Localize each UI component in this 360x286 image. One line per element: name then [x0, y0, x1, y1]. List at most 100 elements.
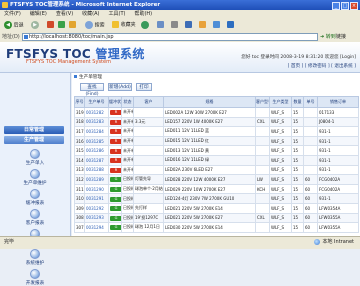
- edit-button[interactable]: [184, 21, 193, 30]
- buffer-status: R: [108, 126, 122, 137]
- order-number-link[interactable]: 0031289: [84, 174, 109, 185]
- row-qty: 15: [291, 212, 304, 224]
- order-number-link[interactable]: 0031288: [84, 164, 109, 176]
- add-button[interactable]: 新增(Add): [108, 83, 132, 91]
- home-button[interactable]: [68, 21, 77, 30]
- stop-button[interactable]: [46, 21, 55, 30]
- sidebar-tab-production[interactable]: 生产管理: [4, 136, 64, 144]
- table-row[interactable]: 3070031294G已投料球泡 12月1日LED030 220V 5W 270…: [74, 222, 359, 233]
- column-header[interactable]: 单号: [303, 96, 318, 108]
- table-row[interactable]: 3170031284R未开单 LED011 12V 11LED 蓝 WLF_S15 9…: [74, 126, 359, 137]
- row-spec: LED015 12V 11LED 红: [163, 135, 256, 147]
- menu-view[interactable]: 查看(V): [56, 11, 73, 17]
- order-number-link[interactable]: 0031283: [84, 116, 109, 128]
- find-button[interactable]: 查找(Find): [80, 83, 104, 97]
- row-customer: 19'投1297C: [133, 212, 164, 224]
- mail-button[interactable]: [156, 21, 165, 30]
- order-number-link[interactable]: 0031294: [84, 222, 109, 233]
- links-button[interactable]: 链接: [336, 33, 346, 41]
- print-list-button[interactable]: 打印: [136, 83, 152, 91]
- row-doc: 60: [303, 193, 318, 204]
- column-header[interactable]: 生产类型: [269, 96, 292, 108]
- address-input[interactable]: http://localhost:8080/toc/main.jsp: [22, 33, 318, 41]
- table-row[interactable]: 3180031283R未开单3.3元LED157 220V 1W 4000K E…: [74, 116, 359, 128]
- stop-icon: [47, 21, 54, 28]
- row-customer: 先打样: [133, 202, 164, 214]
- order-number-link[interactable]: 0031284: [84, 126, 109, 137]
- table-body: 3190031282R未开单LED002A 12W 30W 2700K E27W…: [74, 107, 359, 233]
- table-row[interactable]: 3100031291G已投料 LED124-4灯 230V 7W 2700K GU…: [74, 193, 359, 204]
- order-number-link[interactable]: 0031291: [84, 193, 109, 204]
- row-model: KCH: [255, 183, 270, 195]
- column-header[interactable]: 客户: [133, 96, 164, 108]
- table-row[interactable]: 3140031287R未开单 LED016 12V 11LED 绿 WLF_S15 9…: [74, 154, 359, 166]
- search-button[interactable]: 搜索: [84, 21, 106, 30]
- order-number-link[interactable]: 0031293: [84, 212, 109, 224]
- messenger-button[interactable]: [212, 21, 221, 30]
- refresh-button[interactable]: [57, 21, 66, 30]
- column-header[interactable]: 数量: [291, 96, 304, 108]
- order-number-link[interactable]: 0031290: [84, 183, 109, 195]
- row-doc: [303, 135, 318, 147]
- order-number-link[interactable]: 0031285: [84, 135, 109, 147]
- order-number-link[interactable]: 0031286: [84, 145, 109, 156]
- sidebar-item-dev-report[interactable]: 开发报表: [0, 269, 70, 286]
- row-sales-order: J0804-1: [317, 116, 359, 128]
- research-button[interactable]: [226, 21, 235, 30]
- order-number-link[interactable]: 0031282: [84, 107, 109, 118]
- row-number: 311: [74, 183, 85, 195]
- header-links[interactable]: [ 首页 ] [ 修改密码 ] [ 退出系统 ]: [288, 63, 356, 69]
- row-type: WLF_S: [269, 107, 292, 118]
- sidebar-item-customer-report[interactable]: 客户报表: [0, 209, 70, 226]
- row-type: WLF_S: [269, 202, 292, 214]
- favorites-button[interactable]: 收藏夹: [111, 21, 137, 30]
- sidebar-item-order-entry[interactable]: 生产单入: [0, 149, 70, 166]
- order-number-link[interactable]: 0031287: [84, 154, 109, 166]
- buffer-status: R: [108, 145, 122, 156]
- column-header[interactable]: 缓冲状态: [108, 96, 122, 108]
- table-row[interactable]: 3120031289G已投料灯管先导LED028 220V 12W 4000K …: [74, 174, 359, 185]
- minimize-button[interactable]: _: [332, 2, 340, 10]
- back-button[interactable]: ◀ 后退: [3, 21, 25, 30]
- discuss-button[interactable]: [198, 21, 207, 30]
- column-header[interactable]: 客户型号: [255, 96, 270, 108]
- row-spec: LED029 220V 10W 2700K E27: [163, 183, 256, 195]
- menu-help[interactable]: 帮助(H): [134, 11, 152, 17]
- table-row[interactable]: 3110031290G已投料球泡单个·2月结束LED029 220V 10W 2…: [74, 183, 359, 195]
- menu-tools[interactable]: 工具(T): [109, 11, 126, 17]
- column-header[interactable]: 生产单号: [84, 96, 109, 108]
- order-number-link[interactable]: 0031292: [84, 202, 109, 214]
- maximize-button[interactable]: □: [341, 2, 349, 10]
- table-row[interactable]: 3150031286R未开单 LED013 12V 11LED 黄 WLF_S15 9…: [74, 145, 359, 156]
- go-button[interactable]: ➜ 转到: [320, 33, 336, 41]
- menu-edit[interactable]: 编辑(E): [30, 11, 47, 17]
- sidebar-item-order-maintain[interactable]: 生产单维护: [0, 169, 70, 186]
- buffer-status: R: [108, 135, 122, 147]
- red-status-badge: R: [110, 167, 121, 173]
- print-button[interactable]: [170, 21, 179, 30]
- table-row[interactable]: 3160031285R未开单 LED015 12V 11LED 红 WLF_S15 9…: [74, 135, 359, 147]
- sidebar-tab-daily[interactable]: 日常管理: [4, 126, 64, 134]
- row-state: 未开单: [121, 107, 134, 118]
- column-header[interactable]: 规格: [163, 96, 256, 108]
- menu-file[interactable]: 文件(F): [4, 11, 21, 17]
- column-header[interactable]: 序号: [74, 96, 85, 108]
- buffer-status: R: [108, 107, 122, 118]
- row-type: WLF_S: [269, 135, 292, 147]
- menu-favorites[interactable]: 收藏(A): [82, 11, 99, 17]
- table-row[interactable]: 3130031288R未开单 LED02A 230V 6LED E27 WLF_S1…: [74, 164, 359, 176]
- row-doc: [303, 154, 318, 166]
- close-button[interactable]: ×: [350, 2, 358, 10]
- table-row[interactable]: 3080031293G已投料19'投1297CLED021 220V 5W 27…: [74, 212, 359, 224]
- history-button[interactable]: [140, 21, 150, 30]
- row-customer: [133, 126, 164, 137]
- column-header[interactable]: 状态: [121, 96, 134, 108]
- sidebar-item-system[interactable]: 系统维护: [0, 249, 70, 266]
- forward-button[interactable]: ▶: [30, 21, 40, 30]
- row-qty: 15: [291, 145, 304, 156]
- table-row[interactable]: 3190031282R未开单 LED002A 12W 30W 2700K E27 W…: [74, 107, 359, 118]
- window-title: FTSFYS TOC管理系统 - Microsoft Internet Expl…: [10, 2, 161, 8]
- sidebar-item-buffer-report[interactable]: 缓冲报表: [0, 189, 70, 206]
- table-row[interactable]: 3090031292G已投料先打样LED021 220V 5W 2700K E1…: [74, 202, 359, 214]
- column-header[interactable]: 销售订单: [317, 96, 359, 108]
